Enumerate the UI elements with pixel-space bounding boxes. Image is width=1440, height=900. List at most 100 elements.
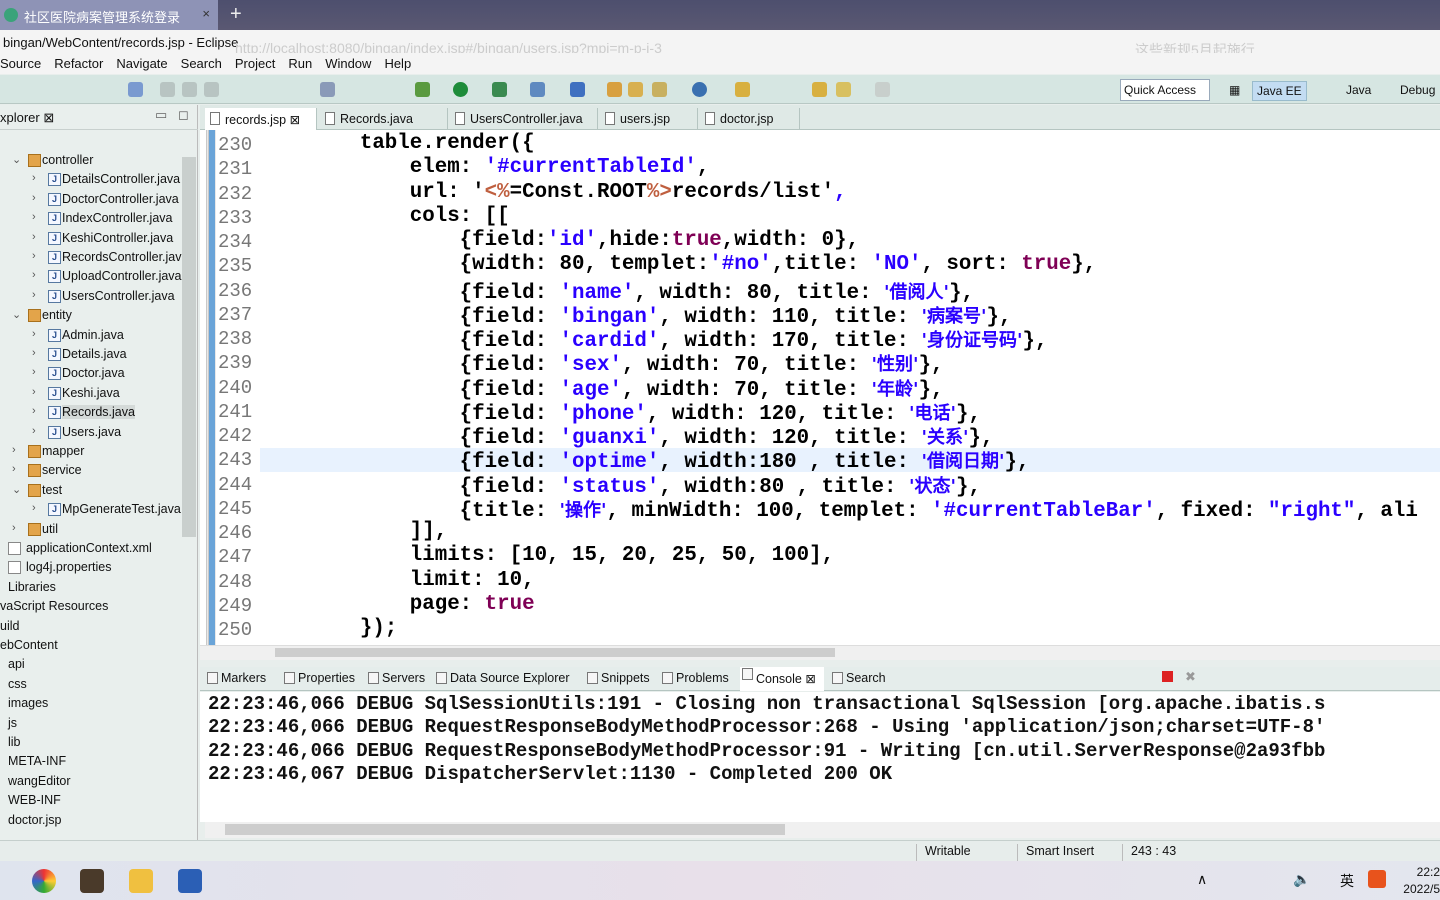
menu-help[interactable]: Help — [384, 53, 418, 74]
editor-tab[interactable]: records.jsp ⊠ — [205, 108, 317, 130]
chevron-right-icon[interactable]: › — [12, 463, 16, 475]
tree-item[interactable]: vaScript Resources — [0, 598, 182, 617]
forward-icon[interactable] — [875, 82, 890, 97]
new-tab-button[interactable]: + — [230, 3, 242, 26]
open-folder-icon[interactable] — [628, 82, 643, 97]
clock[interactable]: 22:2 2022/5 — [1400, 864, 1440, 898]
tree-item[interactable]: › service — [0, 462, 182, 481]
tree-item[interactable]: › J Users.java — [0, 424, 182, 443]
panel-tab-markers[interactable]: Markers — [205, 671, 266, 685]
sogou-icon[interactable] — [1368, 870, 1386, 888]
chevron-right-icon[interactable]: › — [32, 289, 36, 301]
run-icon[interactable] — [453, 82, 468, 97]
suspend-icon[interactable] — [182, 82, 197, 97]
resume-icon[interactable] — [160, 82, 175, 97]
word-icon[interactable] — [178, 869, 202, 893]
search-icon[interactable] — [652, 82, 667, 97]
tree-item[interactable]: images — [0, 695, 182, 714]
panel-tab-search[interactable]: Search — [830, 671, 886, 685]
menu-refactor[interactable]: Refactor — [54, 53, 110, 74]
tree-item[interactable]: › J Doctor.java — [0, 365, 182, 384]
tree-item[interactable]: ⌄ controller — [0, 152, 182, 171]
explorer-scrollbar[interactable] — [182, 157, 196, 537]
panel-tab-data[interactable]: Data Source Explorer — [434, 671, 570, 685]
back-icon[interactable] — [836, 82, 851, 97]
close-tab-icon[interactable]: × — [202, 6, 210, 21]
perspective-java[interactable]: Java — [1342, 81, 1375, 99]
tree-item[interactable]: ⌄ entity — [0, 307, 182, 326]
tree-item[interactable]: › J DoctorController.java — [0, 191, 182, 210]
terminate-console-icon[interactable] — [1162, 671, 1173, 682]
tree-item[interactable]: css — [0, 676, 182, 695]
explorer-title[interactable]: xplorer ⊠ — [0, 110, 54, 126]
coverage-icon[interactable] — [492, 82, 507, 97]
tree-item[interactable]: META-INF — [0, 753, 182, 772]
console-scroll-thumb[interactable] — [225, 824, 785, 835]
remove-launch-icon[interactable]: ✖ — [1185, 669, 1196, 685]
new-class-icon[interactable] — [570, 82, 585, 97]
tree-item[interactable]: wangEditor — [0, 773, 182, 792]
panel-tab-problems[interactable]: Problems — [660, 671, 729, 685]
chevron-right-icon[interactable]: › — [32, 328, 36, 340]
debug-icon[interactable] — [415, 82, 430, 97]
chevron-right-icon[interactable]: › — [32, 386, 36, 398]
menu-source[interactable]: Source — [0, 53, 48, 74]
tree-item[interactable]: log4j.properties — [0, 559, 182, 578]
tree-item[interactable]: api — [0, 656, 182, 675]
menu-run[interactable]: Run — [288, 53, 319, 74]
chevron-right-icon[interactable]: › — [32, 172, 36, 184]
perspective-java-ee[interactable]: Java EE — [1252, 81, 1307, 101]
tree-item[interactable]: › J RecordsController.java — [0, 249, 188, 268]
chevron-right-icon[interactable]: › — [32, 211, 36, 223]
tree-item[interactable]: lib — [0, 734, 182, 753]
tree-item[interactable]: › J IndexController.java — [0, 210, 182, 229]
terminate-icon[interactable] — [204, 82, 219, 97]
chevron-right-icon[interactable]: › — [32, 502, 36, 514]
chevron-right-icon[interactable]: › — [12, 444, 16, 456]
chevron-right-icon[interactable]: › — [32, 250, 36, 262]
eclipse-app-icon[interactable] — [80, 869, 104, 893]
editor-scroll-thumb[interactable] — [275, 648, 835, 657]
menu-project[interactable]: Project — [235, 53, 282, 74]
editor-tab[interactable]: UsersController.java — [450, 108, 598, 130]
last-edit-icon[interactable] — [812, 82, 827, 97]
editor-tab[interactable]: Records.java — [320, 108, 448, 130]
browser-tab[interactable]: 社区医院病案管理系统登录 × — [0, 0, 218, 30]
volume-icon[interactable]: 🔈 — [1293, 871, 1310, 888]
tree-item[interactable]: › J Details.java — [0, 346, 182, 365]
new-server-icon[interactable] — [530, 82, 545, 97]
tree-item[interactable]: › J UploadController.java — [0, 268, 182, 287]
tree-item[interactable]: Libraries — [0, 579, 182, 598]
chevron-right-icon[interactable]: › — [32, 192, 36, 204]
tree-item[interactable]: › J Keshi.java — [0, 385, 182, 404]
tree-item[interactable]: WEB-INF — [0, 792, 182, 811]
tree-item[interactable]: applicationContext.xml — [0, 540, 182, 559]
chevron-right-icon[interactable]: › — [32, 231, 36, 243]
tree-item[interactable]: › J DetailsController.java — [0, 171, 182, 190]
tree-item[interactable]: › J Records.java — [0, 404, 182, 423]
chevron-right-icon[interactable]: › — [32, 405, 36, 417]
file-explorer-icon[interactable] — [129, 869, 153, 893]
next-annotation-icon[interactable] — [735, 82, 750, 97]
quick-access-input[interactable]: Quick Access — [1120, 79, 1210, 101]
skip-breakpoints-icon[interactable] — [128, 82, 143, 97]
editor-tab[interactable]: users.jsp — [600, 108, 698, 130]
show-hidden-icons[interactable]: ∧ — [1197, 871, 1207, 888]
minimize-icon[interactable]: ▭ — [155, 107, 167, 123]
panel-tab-console[interactable]: Console ⊠ — [740, 667, 824, 691]
panel-tab-servers[interactable]: Servers — [366, 671, 425, 685]
maximize-icon[interactable]: ◻ — [178, 107, 189, 123]
panel-tab-snippets[interactable]: Snippets — [585, 671, 650, 685]
chevron-right-icon[interactable]: › — [32, 366, 36, 378]
tree-item[interactable]: ebContent — [0, 637, 182, 656]
menu-search[interactable]: Search — [181, 53, 229, 74]
tree-item[interactable]: uild — [0, 618, 182, 637]
tree-item[interactable]: › J MpGenerateTest.java — [0, 501, 182, 520]
panel-tab-properties[interactable]: Properties — [282, 671, 355, 685]
menu-window[interactable]: Window — [325, 53, 378, 74]
tree-item[interactable]: doctor.jsp — [0, 812, 182, 831]
chevron-down-icon[interactable]: ⌄ — [12, 308, 21, 321]
code-editor[interactable]: 230 table.render({231 elem: '#currentTab… — [200, 130, 1440, 645]
chrome-icon[interactable] — [32, 869, 56, 893]
tree-item[interactable]: js — [0, 715, 182, 734]
